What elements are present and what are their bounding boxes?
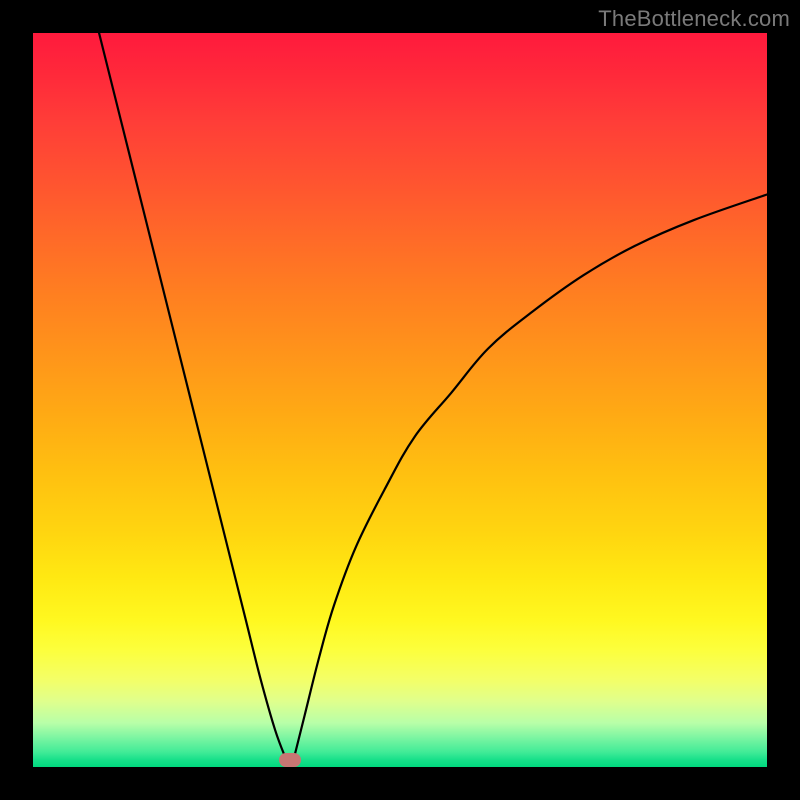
plot-area	[33, 33, 767, 767]
chart-frame: TheBottleneck.com	[0, 0, 800, 800]
optimal-marker	[279, 753, 301, 767]
watermark-text: TheBottleneck.com	[598, 6, 790, 32]
bottleneck-curve	[33, 33, 767, 767]
